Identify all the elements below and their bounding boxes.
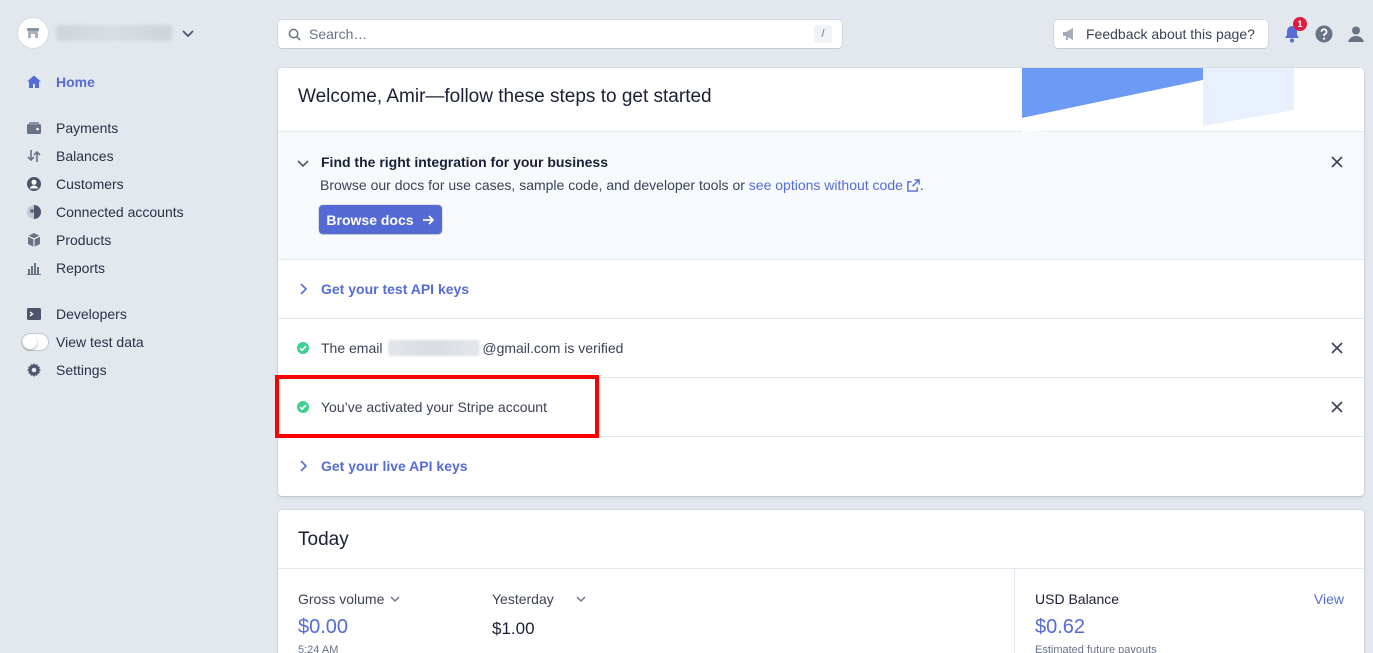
sidebar-item-settings[interactable]: Settings <box>24 356 254 384</box>
search-bar[interactable]: / <box>278 20 842 48</box>
account-name-redacted <box>56 25 172 41</box>
sidebar-item-label: Home <box>56 74 95 90</box>
email-verified-text: The email @gmail.com is verified <box>321 340 623 356</box>
desc-suffix: . <box>919 177 924 193</box>
sidebar-item-label: View test data <box>56 334 144 350</box>
notification-badge: 1 <box>1293 17 1307 31</box>
sidebar-item-label: Products <box>56 232 112 248</box>
help-icon[interactable] <box>1314 24 1334 44</box>
step-title: Find the right integration for your busi… <box>321 154 609 170</box>
button-label: Browse docs <box>326 211 414 228</box>
gross-volume-value: $0.00 <box>298 616 349 638</box>
external-link-icon <box>907 179 920 192</box>
close-icon[interactable] <box>1330 341 1344 355</box>
compare-value: $1.00 <box>492 619 535 638</box>
sidebar-item-payments[interactable]: Payments <box>24 114 254 142</box>
home-icon <box>24 72 44 92</box>
desc-text: Browse our docs for use cases, sample co… <box>320 177 749 193</box>
check-circle-icon <box>297 342 309 354</box>
compare-period-selector[interactable]: Yesterday <box>492 591 586 607</box>
sidebar-item-balances[interactable]: Balances <box>24 142 254 170</box>
feedback-button[interactable]: Feedback about this page? <box>1054 20 1268 48</box>
chevron-right-icon <box>300 460 308 472</box>
email-suffix: @gmail.com is verified <box>482 340 624 356</box>
search-shortcut-key: / <box>814 25 832 43</box>
chevron-down-icon <box>182 30 194 38</box>
chevron-down-icon <box>390 596 400 602</box>
setup-title: Welcome, Amir—follow these steps to get … <box>298 86 712 107</box>
step-test-api-keys[interactable]: Get your test API keys <box>278 260 1364 319</box>
sidebar-item-view-test-data[interactable]: View test data <box>22 328 254 356</box>
chevron-down-icon <box>576 596 586 602</box>
sidebar-item-label: Customers <box>56 176 124 192</box>
store-icon <box>18 18 48 48</box>
email-redacted <box>388 340 481 356</box>
sidebar-item-label: Settings <box>56 362 107 378</box>
dashboard-app: Home Payments Balances Customers Connect… <box>0 0 1373 653</box>
browse-docs-button[interactable]: Browse docs <box>319 205 442 234</box>
sidebar-nav: Home Payments Balances Customers Connect… <box>22 68 254 384</box>
step-email-verified: The email @gmail.com is verified <box>278 319 1364 378</box>
gross-volume-label: Gross volume <box>298 591 385 607</box>
arrows-icon <box>24 146 44 166</box>
check-circle-icon <box>297 401 309 413</box>
live-api-keys-link[interactable]: Get your live API keys <box>321 458 468 474</box>
close-icon[interactable] <box>1330 155 1344 169</box>
sidebar-item-products[interactable]: Products <box>24 226 254 254</box>
test-data-toggle[interactable] <box>22 334 48 350</box>
feedback-label: Feedback about this page? <box>1086 26 1255 42</box>
megaphone-icon <box>1063 28 1073 40</box>
gross-volume-selector[interactable]: Gross volume <box>298 591 400 607</box>
wallet-icon <box>24 118 44 138</box>
sidebar-item-reports[interactable]: Reports <box>24 254 254 282</box>
options-without-code-link[interactable]: see options without code <box>749 177 903 193</box>
test-api-keys-link[interactable]: Get your test API keys <box>321 281 469 297</box>
chevron-right-icon <box>300 283 308 295</box>
gear-icon <box>24 360 44 380</box>
bar-chart-icon <box>24 258 44 278</box>
usd-balance-sub: Estimated future payouts <box>1035 644 1157 653</box>
today-title: Today <box>298 529 349 550</box>
email-prefix: The email <box>321 340 387 356</box>
sidebar-item-label: Developers <box>56 306 127 322</box>
user-icon[interactable] <box>1346 24 1366 44</box>
setup-header: Welcome, Amir—follow these steps to get … <box>278 68 1364 132</box>
step-live-api-keys[interactable]: Get your live API keys <box>278 437 1364 496</box>
usd-balance-value: $0.62 <box>1035 616 1086 638</box>
user-circle-icon <box>24 174 44 194</box>
sidebar-item-home[interactable]: Home <box>24 68 254 96</box>
step-find-integration: Find the right integration for your busi… <box>278 132 1364 260</box>
terminal-icon <box>24 304 44 324</box>
decorative-banner <box>1022 68 1294 132</box>
sidebar-item-developers[interactable]: Developers <box>24 300 254 328</box>
gross-volume-time: 5:24 AM <box>298 644 339 653</box>
account-switcher[interactable] <box>18 18 194 48</box>
account-activated-text: You’ve activated your Stripe account <box>321 399 547 415</box>
sidebar-item-label: Payments <box>56 120 119 136</box>
search-input[interactable] <box>309 26 814 42</box>
search-icon <box>288 28 301 41</box>
sidebar-item-label: Reports <box>56 260 106 276</box>
chevron-down-icon[interactable] <box>296 156 310 170</box>
view-balance-link[interactable]: View <box>1314 591 1344 607</box>
sidebar-item-connected-accounts[interactable]: Connected accounts <box>24 198 254 226</box>
sidebar-item-label: Balances <box>56 148 114 164</box>
today-card: Today Gross volume $0.00 5:24 AM Yesterd… <box>278 510 1364 653</box>
globe-icon <box>24 202 44 222</box>
box-icon <box>24 230 44 250</box>
step-account-activated: You’ve activated your Stripe account <box>278 378 1364 437</box>
sidebar-item-customers[interactable]: Customers <box>24 170 254 198</box>
step-description: Browse our docs for use cases, sample co… <box>320 177 924 193</box>
close-icon[interactable] <box>1330 400 1344 414</box>
usd-balance-label: USD Balance <box>1035 591 1120 607</box>
setup-guide-card: Welcome, Amir—follow these steps to get … <box>278 68 1364 496</box>
compare-label: Yesterday <box>492 591 554 607</box>
arrow-right-icon <box>422 214 434 225</box>
sidebar-item-label: Connected accounts <box>56 204 184 220</box>
